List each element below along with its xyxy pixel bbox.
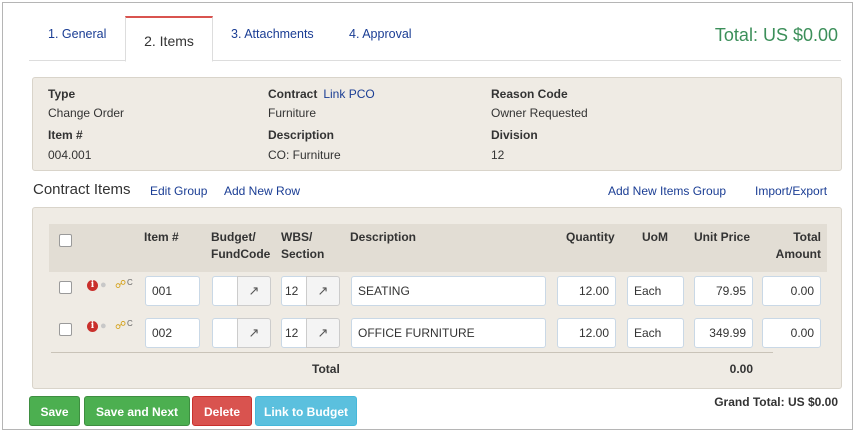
header-item: Item # (144, 230, 179, 244)
type-label: Type (48, 87, 76, 101)
contract-items-title: Contract Items (33, 181, 131, 198)
header-unit-price: Unit Price (694, 230, 751, 244)
item-number-label: Item # (48, 128, 83, 142)
add-new-items-group-link[interactable]: Add New Items Group (608, 184, 726, 198)
header-total-amount: Total Amount (775, 230, 821, 261)
header-wbs: WBS/ Section (281, 230, 325, 261)
edit-group-link[interactable]: Edit Group (150, 184, 207, 198)
budget-external-link-icon[interactable]: ↗ (237, 318, 271, 348)
save-button[interactable]: Save (29, 396, 80, 426)
grand-total: Grand Total: US $0.00 (714, 395, 838, 409)
delete-button[interactable]: Delete (192, 396, 252, 426)
info-icon[interactable]: i (87, 280, 98, 291)
reason-code-label: Reason Code (491, 87, 568, 101)
header-uom: UoM (642, 230, 668, 244)
select-all-checkbox[interactable] (59, 234, 72, 247)
table-header: Item # Budget/ FundCode WBS/ Section Des… (49, 224, 827, 272)
total-header: Total: US $0.00 (714, 25, 838, 45)
division-value: 12 (491, 148, 505, 162)
add-new-row-link[interactable]: Add New Row (224, 184, 300, 198)
total-amount-input[interactable]: 0.00 (762, 318, 821, 348)
c-indicator: C (127, 319, 133, 328)
reason-code-value: Owner Requested (491, 106, 588, 120)
total-amount-input[interactable]: 0.00 (762, 276, 821, 306)
unit-price-input[interactable]: 349.99 (694, 318, 753, 348)
header-budget: Budget/ FundCode (211, 230, 271, 261)
tab-attachments[interactable]: 3. Attachments (231, 27, 314, 41)
import-export-link[interactable]: Import/Export (755, 184, 827, 198)
contract-value: Furniture (268, 106, 317, 120)
unit-price-input[interactable]: 79.95 (694, 276, 753, 306)
info-panel: Type Change Order Item # 004.001 Contrac… (32, 77, 842, 171)
wbs-external-link-icon[interactable]: ↗ (306, 276, 340, 306)
budget-external-link-icon[interactable]: ↗ (237, 276, 271, 306)
tab-approval[interactable]: 4. Approval (349, 27, 412, 41)
budget-input[interactable] (212, 276, 238, 306)
description-input[interactable]: OFFICE FURNITURE (351, 318, 546, 348)
row-checkbox[interactable] (59, 323, 72, 336)
description-value: CO: Furniture (268, 148, 341, 162)
info-icon[interactable]: i (87, 321, 98, 332)
c-indicator: C (127, 278, 133, 287)
link-pco-link[interactable]: Link PCO (323, 87, 374, 101)
item-number-input[interactable]: 002 (145, 318, 200, 348)
uom-input[interactable]: Each (627, 318, 684, 348)
row-checkbox[interactable] (59, 281, 72, 294)
budget-input[interactable] (212, 318, 238, 348)
items-panel: Item # Budget/ FundCode WBS/ Section Des… (32, 207, 842, 389)
link-icon[interactable]: ☍ (115, 320, 126, 332)
total-label: Total (312, 362, 340, 376)
wbs-input[interactable]: 12 (281, 318, 307, 348)
item-number-input[interactable]: 001 (145, 276, 200, 306)
header-description: Description (350, 230, 417, 244)
link-icon[interactable]: ☍ (115, 279, 126, 291)
save-and-next-button[interactable]: Save and Next (84, 396, 190, 426)
quantity-input[interactable]: 12.00 (557, 318, 616, 348)
tab-items[interactable]: 2. Items (125, 16, 213, 62)
window-frame: 1. General 2. Items 3. Attachments 4. Ap… (2, 2, 853, 430)
division-label: Division (491, 128, 538, 142)
total-value: 0.00 (729, 362, 753, 376)
total-divider (51, 352, 773, 353)
quantity-input[interactable]: 12.00 (557, 276, 616, 306)
comment-icon[interactable]: ● (100, 320, 107, 332)
uom-input[interactable]: Each (627, 276, 684, 306)
item-number-value: 004.001 (48, 148, 92, 162)
link-to-budget-button[interactable]: Link to Budget (255, 396, 357, 426)
tab-general[interactable]: 1. General (48, 27, 106, 41)
description-label: Description (268, 128, 335, 142)
description-input[interactable]: SEATING (351, 276, 546, 306)
type-value: Change Order (48, 106, 125, 120)
wbs-external-link-icon[interactable]: ↗ (306, 318, 340, 348)
header-quantity: Quantity (566, 230, 615, 244)
comment-icon[interactable]: ● (100, 279, 107, 291)
wbs-input[interactable]: 12 (281, 276, 307, 306)
contract-label-text: Contract (268, 87, 318, 101)
contract-label: Contract Link PCO (268, 87, 375, 101)
